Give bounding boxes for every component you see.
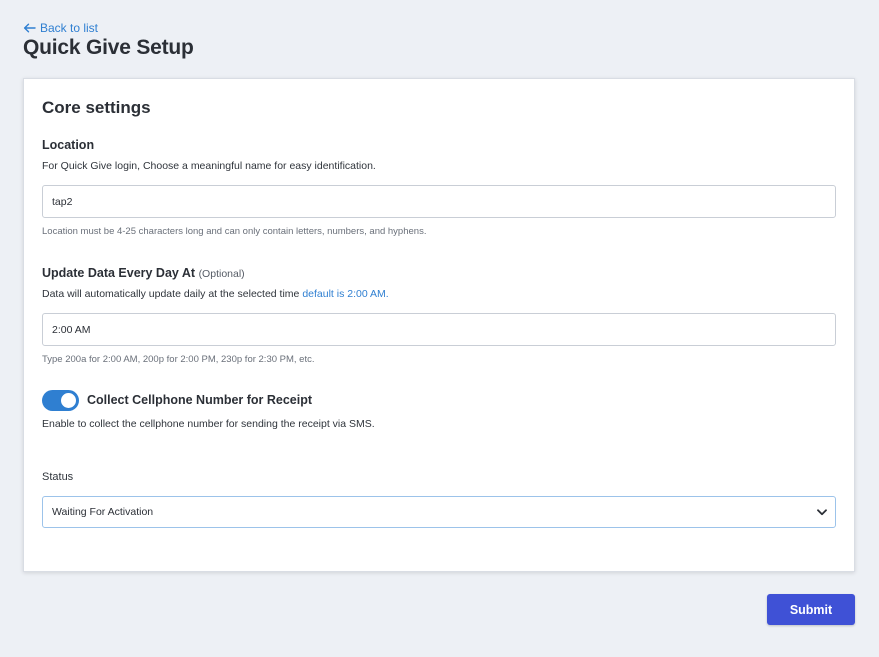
- update-time-label: Update Data Every Day At (Optional): [42, 266, 245, 280]
- chevron-down-icon: [817, 508, 827, 516]
- status-select[interactable]: Waiting For Activation: [42, 496, 836, 528]
- card-title: Core settings: [42, 98, 151, 117]
- cellphone-toggle[interactable]: [42, 390, 79, 411]
- arrow-left-icon: [23, 23, 36, 33]
- cellphone-description: Enable to collect the cellphone number f…: [42, 418, 375, 430]
- update-time-label-text: Update Data Every Day At: [42, 266, 196, 280]
- update-time-description-text: Data will automatically update daily at …: [42, 288, 300, 300]
- status-label: Status: [42, 471, 74, 483]
- status-selected-value: Waiting For Activation: [52, 506, 154, 518]
- location-help-text: Location must be 4-25 characters long an…: [42, 226, 427, 237]
- toggle-knob: [61, 393, 76, 408]
- update-time-help-text: Type 200a for 2:00 AM, 200p for 2:00 PM,…: [42, 354, 315, 365]
- optional-tag: (Optional): [198, 268, 245, 280]
- cellphone-toggle-label: Collect Cellphone Number for Receipt: [87, 393, 313, 407]
- page-title: Quick Give Setup: [23, 36, 194, 59]
- default-time-note: default is 2:00 AM.: [302, 288, 389, 300]
- update-time-description: Data will automatically update daily at …: [42, 288, 389, 300]
- back-to-list-label: Back to list: [40, 21, 99, 35]
- location-label: Location: [42, 138, 95, 152]
- location-description: For Quick Give login, Choose a meaningfu…: [42, 160, 376, 172]
- back-to-list-link[interactable]: Back to list: [23, 21, 98, 35]
- update-time-input[interactable]: [42, 313, 836, 346]
- location-input[interactable]: [42, 185, 836, 218]
- submit-button[interactable]: Submit: [767, 594, 855, 625]
- core-settings-card: Core settings Location For Quick Give lo…: [23, 78, 855, 572]
